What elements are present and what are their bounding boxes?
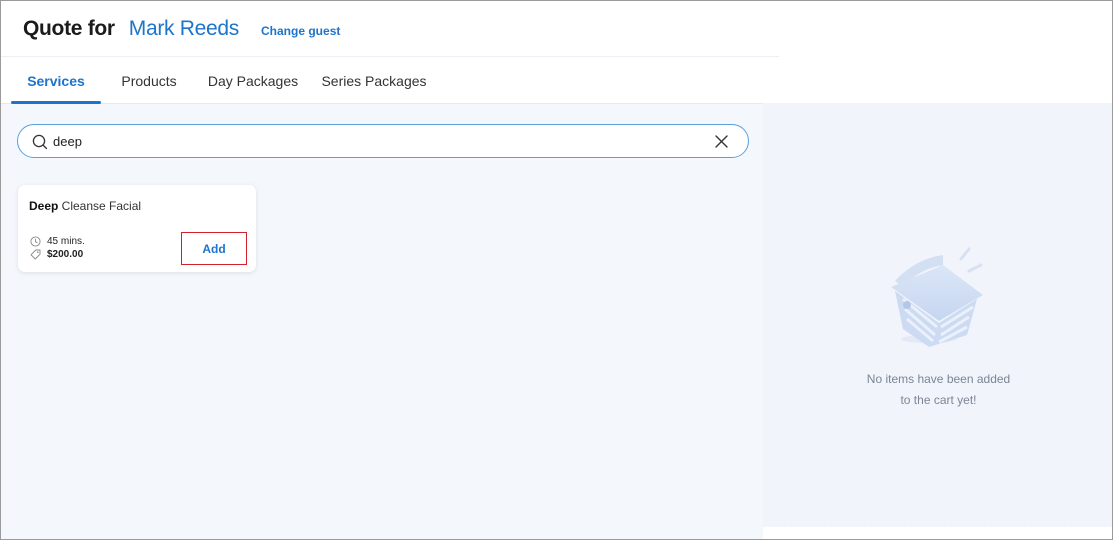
cart-empty-line-1: No items have been added bbox=[866, 372, 1011, 386]
service-duration: 45 mins. bbox=[30, 236, 85, 247]
tab-series-packages[interactable]: Series Packages bbox=[318, 57, 430, 103]
category-tabs: Services Products Day Packages Series Pa… bbox=[1, 57, 779, 104]
services-list-area: Deep Cleanse Facial 45 mins. $2 bbox=[1, 104, 763, 539]
quote-window: Quote for Mark Reeds Change guest Servic… bbox=[0, 0, 1113, 540]
price-tag-icon bbox=[30, 249, 47, 260]
close-icon[interactable] bbox=[715, 135, 728, 153]
cart-empty-line-2: to the cart yet! bbox=[900, 393, 977, 407]
cart-panel: No items have been added to the cart yet… bbox=[763, 103, 1112, 539]
tab-products[interactable]: Products bbox=[113, 57, 185, 103]
tab-day-packages[interactable]: Day Packages bbox=[203, 57, 303, 103]
receipt-edge bbox=[763, 526, 1112, 539]
tab-services[interactable]: Services bbox=[11, 57, 101, 104]
add-button[interactable]: Add bbox=[181, 232, 247, 265]
clock-icon bbox=[30, 236, 47, 247]
empty-basket-icon bbox=[881, 243, 991, 358]
search-input[interactable] bbox=[53, 131, 693, 151]
search-bar bbox=[17, 124, 749, 158]
service-price: $200.00 bbox=[30, 249, 83, 260]
price-text: $200.00 bbox=[47, 249, 84, 260]
service-title: Deep Cleanse Facial bbox=[29, 199, 141, 213]
page-title: Quote for bbox=[23, 16, 115, 40]
page-header: Quote for Mark Reeds Change guest bbox=[1, 1, 779, 57]
service-title-match: Deep bbox=[29, 199, 59, 213]
guest-name: Mark Reeds bbox=[128, 16, 240, 40]
change-guest-link[interactable]: Change guest bbox=[261, 24, 340, 38]
duration-text: 45 mins. bbox=[47, 236, 85, 247]
service-card: Deep Cleanse Facial 45 mins. $200.00 Add bbox=[18, 185, 256, 272]
search-icon bbox=[32, 134, 48, 155]
service-title-rest: Cleanse Facial bbox=[58, 199, 142, 213]
cart-empty-message: No items have been added to the cart yet… bbox=[763, 369, 1112, 411]
